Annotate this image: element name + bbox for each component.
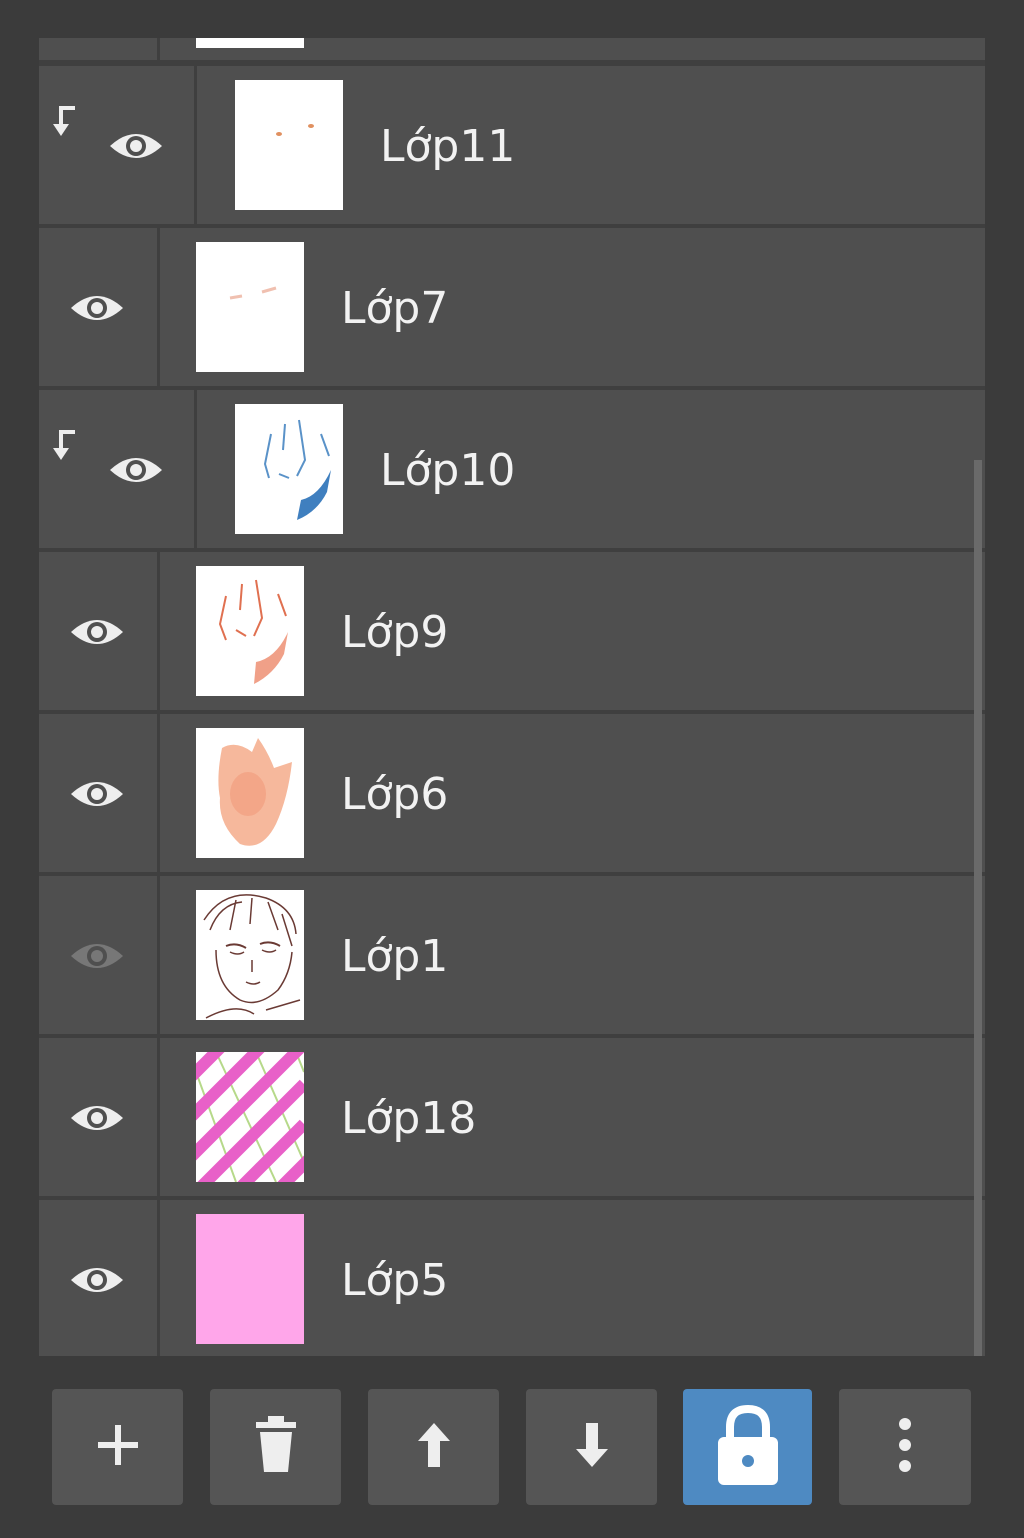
layer-name: Lớp5 (341, 1255, 449, 1306)
arrow-down-icon (574, 1421, 610, 1473)
scrollbar[interactable] (974, 460, 982, 1356)
lock-icon (716, 1403, 780, 1491)
move-layer-down-button[interactable] (526, 1389, 657, 1505)
layer-name: Lớp7 (341, 283, 449, 334)
layer-thumbnail (235, 80, 343, 210)
row-divider (157, 228, 160, 386)
row-divider (194, 66, 197, 224)
row-divider (157, 876, 160, 1034)
clipping-arrow-icon (45, 428, 79, 464)
eye-hidden-icon[interactable] (69, 938, 125, 974)
layer-row[interactable]: Lớp9 (39, 552, 985, 710)
row-divider (157, 38, 160, 60)
layer-row[interactable]: Lớp10 (39, 390, 985, 548)
delete-layer-button[interactable] (210, 1389, 341, 1505)
plus-icon (94, 1421, 142, 1473)
layer-thumbnail (196, 890, 304, 1020)
eye-icon[interactable] (69, 776, 125, 812)
layer-row[interactable]: Lớp5 (39, 1200, 985, 1356)
layer-row[interactable]: Lớp7 (39, 228, 985, 386)
layer-name: Lớp9 (341, 607, 449, 658)
more-options-button[interactable] (839, 1389, 971, 1505)
add-layer-button[interactable] (52, 1389, 183, 1505)
layer-thumbnail (196, 1214, 304, 1344)
layer-thumbnail (196, 728, 304, 858)
layer-thumbnail (196, 1052, 304, 1182)
eye-icon[interactable] (108, 128, 164, 164)
eye-icon[interactable] (69, 290, 125, 326)
layer-row-partial[interactable] (39, 38, 985, 60)
layer-name: Lớp1 (341, 931, 449, 982)
eye-icon[interactable] (69, 614, 125, 650)
layer-name: Lớp11 (380, 121, 516, 172)
layer-name: Lớp18 (341, 1093, 477, 1144)
layer-row[interactable]: Lớp11 (39, 66, 985, 224)
lock-layer-button[interactable] (683, 1389, 812, 1505)
row-divider (194, 390, 197, 548)
layer-thumbnail (196, 242, 304, 372)
row-divider (157, 1038, 160, 1196)
more-vertical-icon (897, 1416, 913, 1478)
eye-icon[interactable] (69, 1262, 125, 1298)
layer-name: Lớp10 (380, 445, 516, 496)
trash-icon (254, 1416, 298, 1478)
layer-thumbnail (196, 566, 304, 696)
eye-icon[interactable] (69, 1100, 125, 1136)
arrow-up-icon (416, 1421, 452, 1473)
clipping-arrow-icon (45, 104, 79, 140)
layer-thumbnail (235, 404, 343, 534)
layer-name: Lớp6 (341, 769, 449, 820)
layer-row[interactable]: Lớp6 (39, 714, 985, 872)
row-divider (157, 552, 160, 710)
layer-row[interactable]: Lớp18 (39, 1038, 985, 1196)
eye-icon[interactable] (108, 452, 164, 488)
move-layer-up-button[interactable] (368, 1389, 499, 1505)
row-divider (157, 714, 160, 872)
layer-row[interactable]: Lớp1 (39, 876, 985, 1034)
row-divider (157, 1200, 160, 1356)
layer-list[interactable]: Lớp11 Lớp7 Lớp10 Lớp9 Lớp6 Lớp1 Lớp18 Lớ… (39, 38, 985, 1356)
layer-thumbnail-partial (196, 38, 304, 48)
